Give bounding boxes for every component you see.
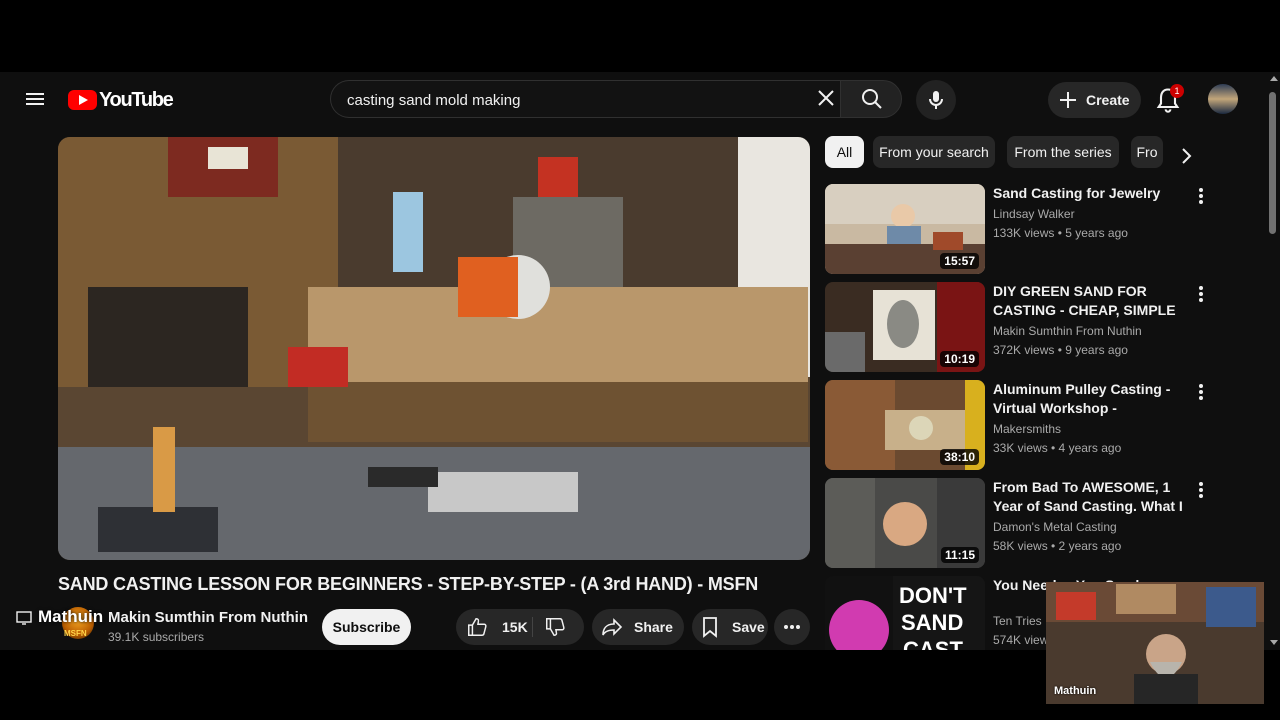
- webcam-overlay: Mathuin: [1046, 582, 1264, 704]
- video-actions-row: MSFN Mathuin Makin Sumthin From Nuthin 3…: [0, 607, 820, 647]
- video-duration: 15:57: [940, 253, 979, 269]
- more-options-icon[interactable]: [1197, 482, 1205, 500]
- subscriber-count: 39.1K subscribers: [108, 630, 205, 644]
- account-avatar[interactable]: [1208, 84, 1238, 114]
- channel-name[interactable]: Makin Sumthin From Nuthin: [108, 609, 308, 626]
- notification-badge: 1: [1170, 84, 1184, 98]
- youtube-app: YouTube Create: [0, 72, 1280, 650]
- hamburger-menu-icon[interactable]: [22, 86, 48, 112]
- more-options-icon[interactable]: [1197, 286, 1205, 304]
- share-label: Share: [634, 619, 673, 635]
- youtube-play-icon: [68, 90, 97, 110]
- share-button[interactable]: Share: [592, 609, 684, 645]
- more-options-icon[interactable]: [1197, 188, 1205, 206]
- scrollbar-thumb[interactable]: [1269, 92, 1276, 234]
- thumbnail-image: DON'T SAND CAST: [825, 576, 985, 650]
- cast-icon[interactable]: [16, 610, 32, 626]
- chip-from-your-search[interactable]: From your search: [873, 136, 995, 168]
- clear-search-icon[interactable]: [814, 86, 838, 110]
- recommendation-item[interactable]: 38:10 Aluminum Pulley Casting - Virtual …: [825, 380, 1215, 470]
- microphone-icon: [929, 91, 943, 109]
- like-divider: [532, 617, 533, 637]
- video-meta: 33K views • 4 years ago: [993, 441, 1122, 455]
- more-actions-button[interactable]: [774, 609, 810, 645]
- video-thumbnail[interactable]: 38:10: [825, 380, 985, 470]
- video-meta: 133K views • 5 years ago: [993, 226, 1128, 240]
- chip-from-the-series[interactable]: From the series: [1007, 136, 1119, 168]
- chip-more[interactable]: Fro: [1131, 136, 1163, 168]
- video-meta: 372K views • 9 years ago: [993, 343, 1128, 357]
- video-thumbnail[interactable]: 11:15: [825, 478, 985, 568]
- create-label: Create: [1086, 92, 1130, 108]
- video-title[interactable]: Aluminum Pulley Casting - Virtual Worksh…: [993, 380, 1193, 418]
- save-button[interactable]: Save: [692, 609, 768, 645]
- channel-name[interactable]: Lindsay Walker: [993, 207, 1075, 221]
- search-input[interactable]: [345, 81, 809, 119]
- filter-chips: All From your search From the series Fro: [825, 136, 1205, 168]
- channel-name[interactable]: Makersmiths: [993, 422, 1061, 436]
- thumbs-up-icon[interactable]: [466, 616, 488, 638]
- video-meta: 58K views • 2 years ago: [993, 539, 1122, 553]
- video-thumbnail[interactable]: DON'T SAND CAST: [825, 576, 985, 650]
- thumbnail-text-line-1: DON'T: [899, 583, 967, 608]
- chip-all[interactable]: All: [825, 136, 864, 168]
- streamer-name-overlay: Mathuin: [38, 607, 104, 626]
- logo-text: YouTube: [99, 88, 174, 111]
- scroll-down-arrow-icon[interactable]: [1270, 640, 1278, 645]
- video-title[interactable]: From Bad To AWESOME, 1 Year of Sand Cast…: [993, 478, 1193, 516]
- recommendation-item[interactable]: 15:57 Sand Casting for Jewelry Lindsay W…: [825, 184, 1215, 274]
- thumbs-down-icon[interactable]: [544, 616, 566, 638]
- more-options-icon[interactable]: [1197, 384, 1205, 402]
- search-icon: [862, 89, 882, 109]
- save-label: Save: [732, 619, 765, 635]
- video-duration: 10:19: [940, 351, 979, 367]
- video-title[interactable]: DIY GREEN SAND FOR CASTING - CHEAP, SIMP…: [993, 282, 1193, 320]
- like-dislike-group: 15K: [456, 609, 584, 645]
- thumbnail-text-line-2: SAND: [901, 610, 963, 635]
- plus-icon: [1060, 92, 1076, 108]
- video-thumbnail[interactable]: 10:19: [825, 282, 985, 372]
- video-duration: 11:15: [940, 547, 979, 563]
- channel-name[interactable]: Makin Sumthin From Nuthin: [993, 324, 1142, 338]
- youtube-logo[interactable]: YouTube: [68, 88, 174, 111]
- search-button[interactable]: [840, 80, 902, 118]
- masthead: YouTube Create: [0, 72, 1266, 128]
- voice-search-button[interactable]: [916, 80, 956, 120]
- video-title: SAND CASTING LESSON FOR BEGINNERS - STEP…: [58, 574, 759, 594]
- create-button[interactable]: Create: [1048, 82, 1141, 118]
- video-thumbnail[interactable]: 15:57: [825, 184, 985, 274]
- share-icon: [602, 618, 623, 636]
- channel-name[interactable]: Ten Tries: [993, 614, 1042, 628]
- like-count[interactable]: 15K: [502, 619, 528, 635]
- bookmark-icon: [703, 617, 717, 638]
- channel-name[interactable]: Damon's Metal Casting: [993, 520, 1117, 534]
- more-horizontal-icon: [784, 625, 800, 629]
- webcam-name-label: Mathuin: [1054, 685, 1097, 697]
- recommendation-item[interactable]: 11:15 From Bad To AWESOME, 1 Year of San…: [825, 478, 1215, 568]
- video-player[interactable]: [58, 137, 810, 560]
- channel-avatar-text: MSFN: [64, 629, 87, 638]
- recommendation-item[interactable]: 10:19 DIY GREEN SAND FOR CASTING - CHEAP…: [825, 282, 1215, 372]
- thumbnail-text-line-3: CAST: [903, 637, 963, 650]
- subscribe-button[interactable]: Subscribe: [322, 609, 411, 645]
- video-duration: 38:10: [940, 449, 979, 465]
- chevron-right-icon[interactable]: [1174, 144, 1198, 168]
- video-frame: [58, 137, 810, 560]
- scroll-up-arrow-icon[interactable]: [1270, 76, 1278, 81]
- search-box[interactable]: [330, 80, 840, 119]
- video-title[interactable]: Sand Casting for Jewelry: [993, 184, 1193, 203]
